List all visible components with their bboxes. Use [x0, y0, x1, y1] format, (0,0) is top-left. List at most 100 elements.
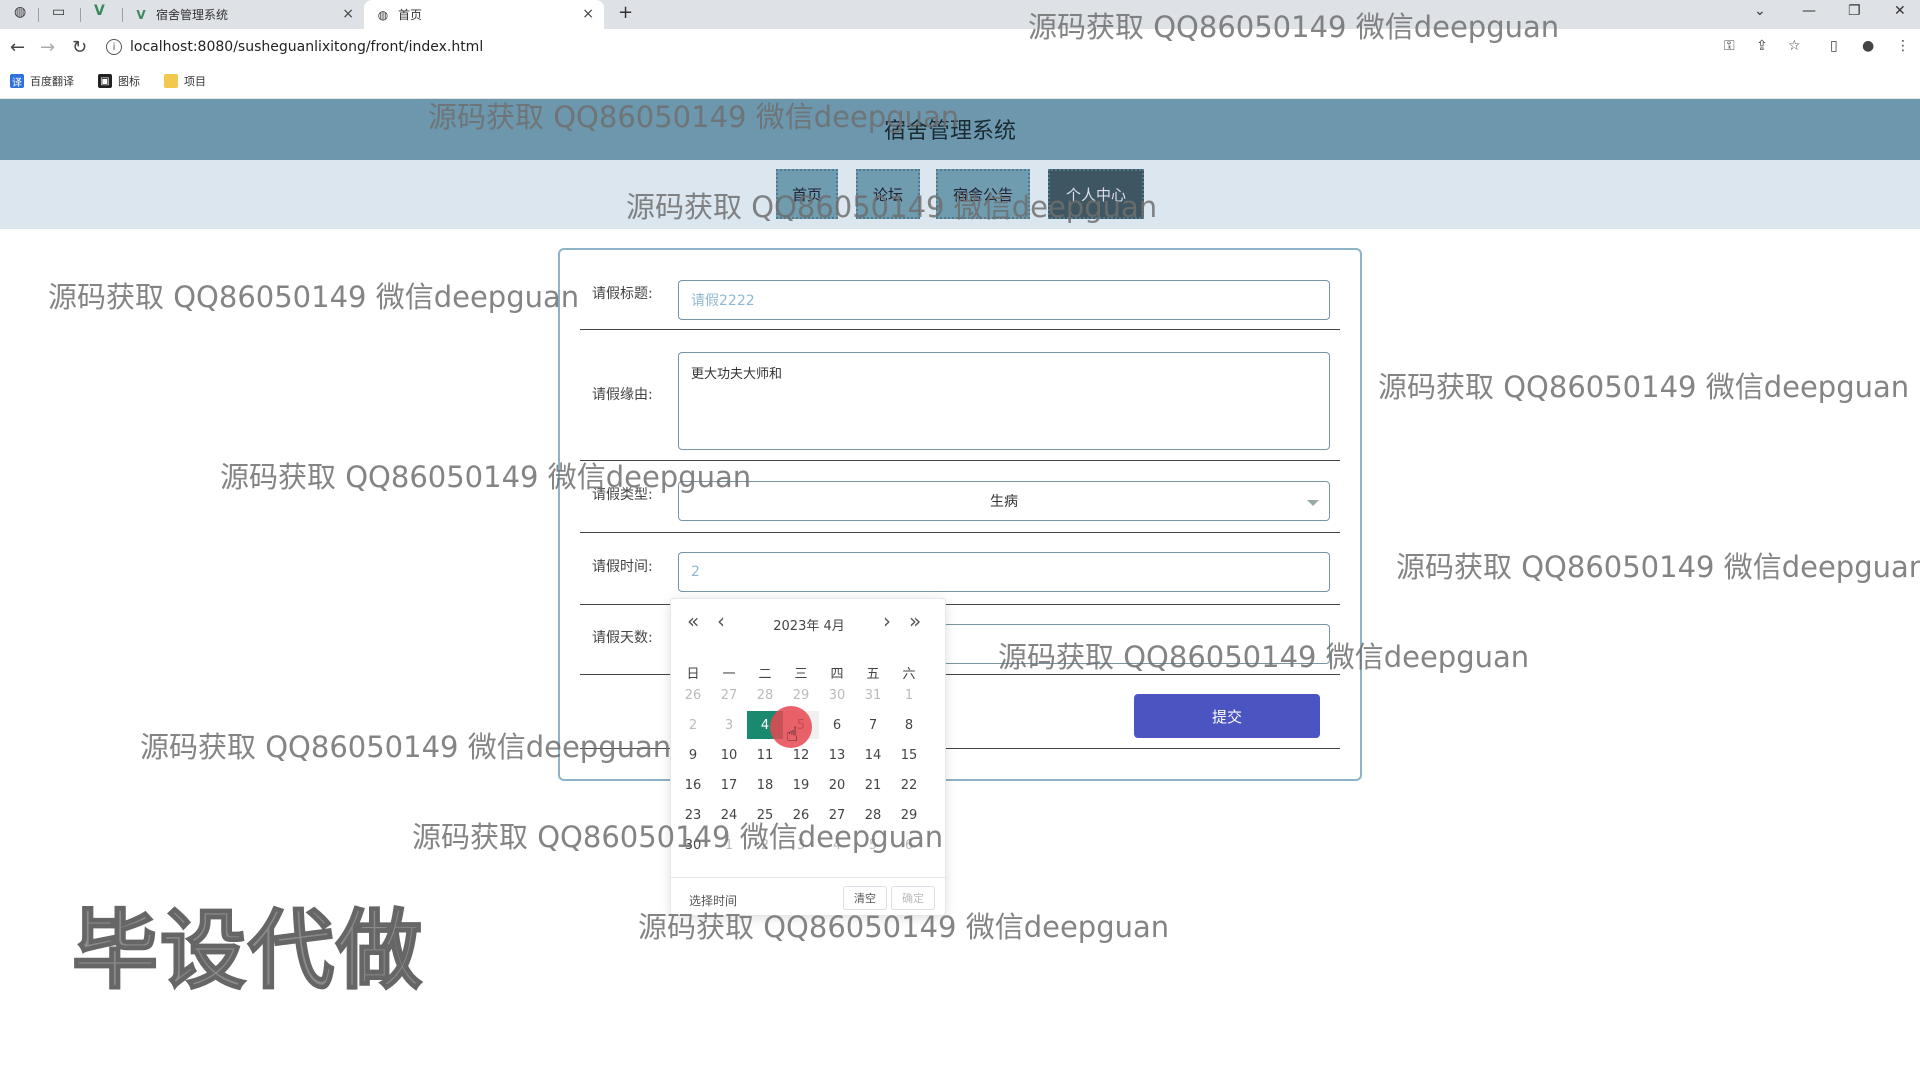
submit-button[interactable]: 提交 — [1134, 694, 1320, 738]
next-month-icon[interactable]: › — [883, 609, 891, 633]
watermark-text: 源码获取 QQ86050149 微信deepguan — [1028, 10, 1560, 44]
tab-separator — [38, 8, 39, 22]
reload-icon[interactable]: ↻ — [72, 37, 87, 58]
share-icon[interactable]: ⇪ — [1756, 38, 1768, 54]
weekday-header: 三 — [794, 667, 808, 682]
site-info-icon[interactable]: i — [106, 39, 122, 55]
calendar-day[interactable]: 10 — [711, 741, 747, 769]
bookmark-label: 图标 — [118, 75, 140, 88]
watermark-text: 源码获取 QQ86050149 微信deepguan — [1378, 370, 1910, 404]
tab-home[interactable]: ◍ 首页 × — [364, 0, 604, 29]
calendar-day[interactable]: 30 — [819, 681, 855, 709]
watermark-big-text: 毕设代做 — [71, 900, 424, 1002]
calendar-day[interactable]: 18 — [747, 771, 783, 799]
browser-tab-bar: ◍ ▭ V V 宿舍管理系统 × ◍ 首页 × + ⌄ — ❐ ✕ — [0, 0, 1920, 29]
calendar-day[interactable]: 29 — [783, 681, 819, 709]
chevron-down-icon — [1307, 500, 1319, 506]
watermark-text: 源码获取 QQ86050149 微信deepguan — [140, 730, 672, 764]
close-tab-icon[interactable]: × — [582, 6, 594, 22]
bookmark-label: 百度翻译 — [30, 75, 74, 88]
menu-icon[interactable]: ⋮ — [1896, 38, 1910, 54]
tab-separator — [122, 8, 123, 22]
restore-icon[interactable]: ❐ — [1848, 3, 1861, 19]
weekday-header: 一 — [722, 667, 736, 682]
weekday-header: 六 — [902, 667, 916, 682]
type-select-value: 生病 — [990, 494, 1018, 510]
calendar-day[interactable]: 28 — [747, 681, 783, 709]
folder-icon — [164, 74, 178, 88]
watermark-text: 源码获取 QQ86050149 微信deepguan — [412, 820, 944, 854]
weekday-header: 四 — [830, 667, 844, 682]
calendar-day[interactable]: 9 — [675, 741, 711, 769]
calendar-day[interactable]: 7 — [855, 711, 891, 739]
watermark-text: 源码获取 QQ86050149 微信deepguan — [48, 280, 580, 314]
calendar-day[interactable]: 19 — [783, 771, 819, 799]
side-panel-icon[interactable]: ▯ — [1830, 38, 1838, 54]
next-year-icon[interactable]: » — [909, 609, 921, 633]
bookmark-project[interactable]: 项目 — [164, 73, 206, 89]
calendar-day[interactable]: 17 — [711, 771, 747, 799]
vue-icon: V — [136, 7, 146, 22]
reason-label: 请假缘由: — [592, 387, 653, 403]
days-label: 请假天数: — [592, 630, 653, 646]
vue-icon[interactable]: V — [94, 3, 105, 19]
globe-icon[interactable]: ◍ — [14, 4, 26, 20]
close-window-icon[interactable]: ✕ — [1894, 3, 1906, 19]
calendar-day[interactable]: 16 — [675, 771, 711, 799]
bookmark-label: 项目 — [184, 75, 206, 88]
tab-separator — [80, 8, 81, 22]
calendar-day[interactable]: 15 — [891, 741, 927, 769]
calendar-day[interactable]: 14 — [855, 741, 891, 769]
calendar-day[interactable]: 22 — [891, 771, 927, 799]
bookmarks-bar: 译 百度翻译 ▣ 图标 项目 — [0, 65, 1920, 99]
watermark-text: 源码获取 QQ86050149 微信deepguan — [428, 100, 960, 134]
tab-dormitory-system[interactable]: V 宿舍管理系统 × — [128, 0, 364, 29]
close-tab-icon[interactable]: × — [342, 6, 354, 22]
new-tab-button[interactable]: + — [618, 2, 633, 23]
tab-search-icon[interactable]: ⌄ — [1754, 3, 1766, 19]
calendar-day[interactable]: 20 — [819, 771, 855, 799]
profile-icon[interactable]: ● — [1862, 38, 1874, 54]
calendar-day[interactable]: 21 — [855, 771, 891, 799]
bookmark-icons[interactable]: ▣ 图标 — [98, 73, 140, 89]
watermark-text: 源码获取 QQ86050149 微信deepguan — [638, 910, 1170, 944]
blank-tab-icon[interactable]: ▭ — [52, 4, 65, 20]
time-input[interactable]: 2 — [678, 552, 1330, 592]
forward-icon[interactable]: → — [40, 37, 55, 58]
calendar-day[interactable]: 11 — [747, 741, 783, 769]
calendar-day[interactable]: 26 — [675, 681, 711, 709]
calendar-day[interactable]: 31 — [855, 681, 891, 709]
date-picker-header: « ‹ 2023年 4月 › » — [671, 599, 947, 649]
watermark-text: 源码获取 QQ86050149 微信deepguan — [220, 460, 752, 494]
weekday-header: 二 — [758, 667, 772, 682]
address-bar: ← → ↻ i localhost:8080/susheguanlixitong… — [0, 29, 1920, 65]
image-icon: ▣ — [98, 74, 112, 88]
calendar-day[interactable]: 1 — [891, 681, 927, 709]
bookmark-star-icon[interactable]: ☆ — [1788, 38, 1801, 54]
hand-cursor-icon: ☝ — [786, 722, 799, 746]
url-text: localhost:8080/susheguanlixitong/front/i… — [130, 39, 484, 55]
key-icon[interactable]: ⚿ — [1724, 38, 1735, 54]
type-select[interactable]: 生病 — [678, 481, 1330, 521]
watermark-text: 源码获取 QQ86050149 微信deepguan — [626, 190, 1158, 224]
calendar-day[interactable]: 6 — [819, 711, 855, 739]
calendar-day[interactable]: 3 — [711, 711, 747, 739]
translate-icon: 译 — [10, 74, 24, 89]
calendar-day[interactable]: 2 — [675, 711, 711, 739]
weekday-header: 五 — [866, 667, 880, 682]
calendar-day[interactable]: 8 — [891, 711, 927, 739]
bookmark-baidu-translate[interactable]: 译 百度翻译 — [10, 73, 74, 89]
date-picker-title: 2023年 4月 — [773, 619, 845, 634]
title-label: 请假标题: — [592, 286, 653, 302]
globe-icon: ◍ — [377, 7, 389, 22]
calendar-day[interactable]: 27 — [711, 681, 747, 709]
watermark-text: 源码获取 QQ86050149 微信deepguan — [998, 640, 1530, 674]
back-icon[interactable]: ← — [10, 37, 25, 58]
watermark-text: 源码获取 QQ86050149 微信deepguan — [1396, 550, 1920, 584]
title-input[interactable]: 请假2222 — [678, 280, 1330, 320]
minimize-icon[interactable]: — — [1802, 3, 1816, 19]
tab-title: 首页 — [398, 8, 423, 22]
tab-title: 宿舍管理系统 — [156, 8, 229, 22]
reason-textarea[interactable]: 更大功夫大师和 — [678, 352, 1330, 450]
calendar-day[interactable]: 13 — [819, 741, 855, 769]
